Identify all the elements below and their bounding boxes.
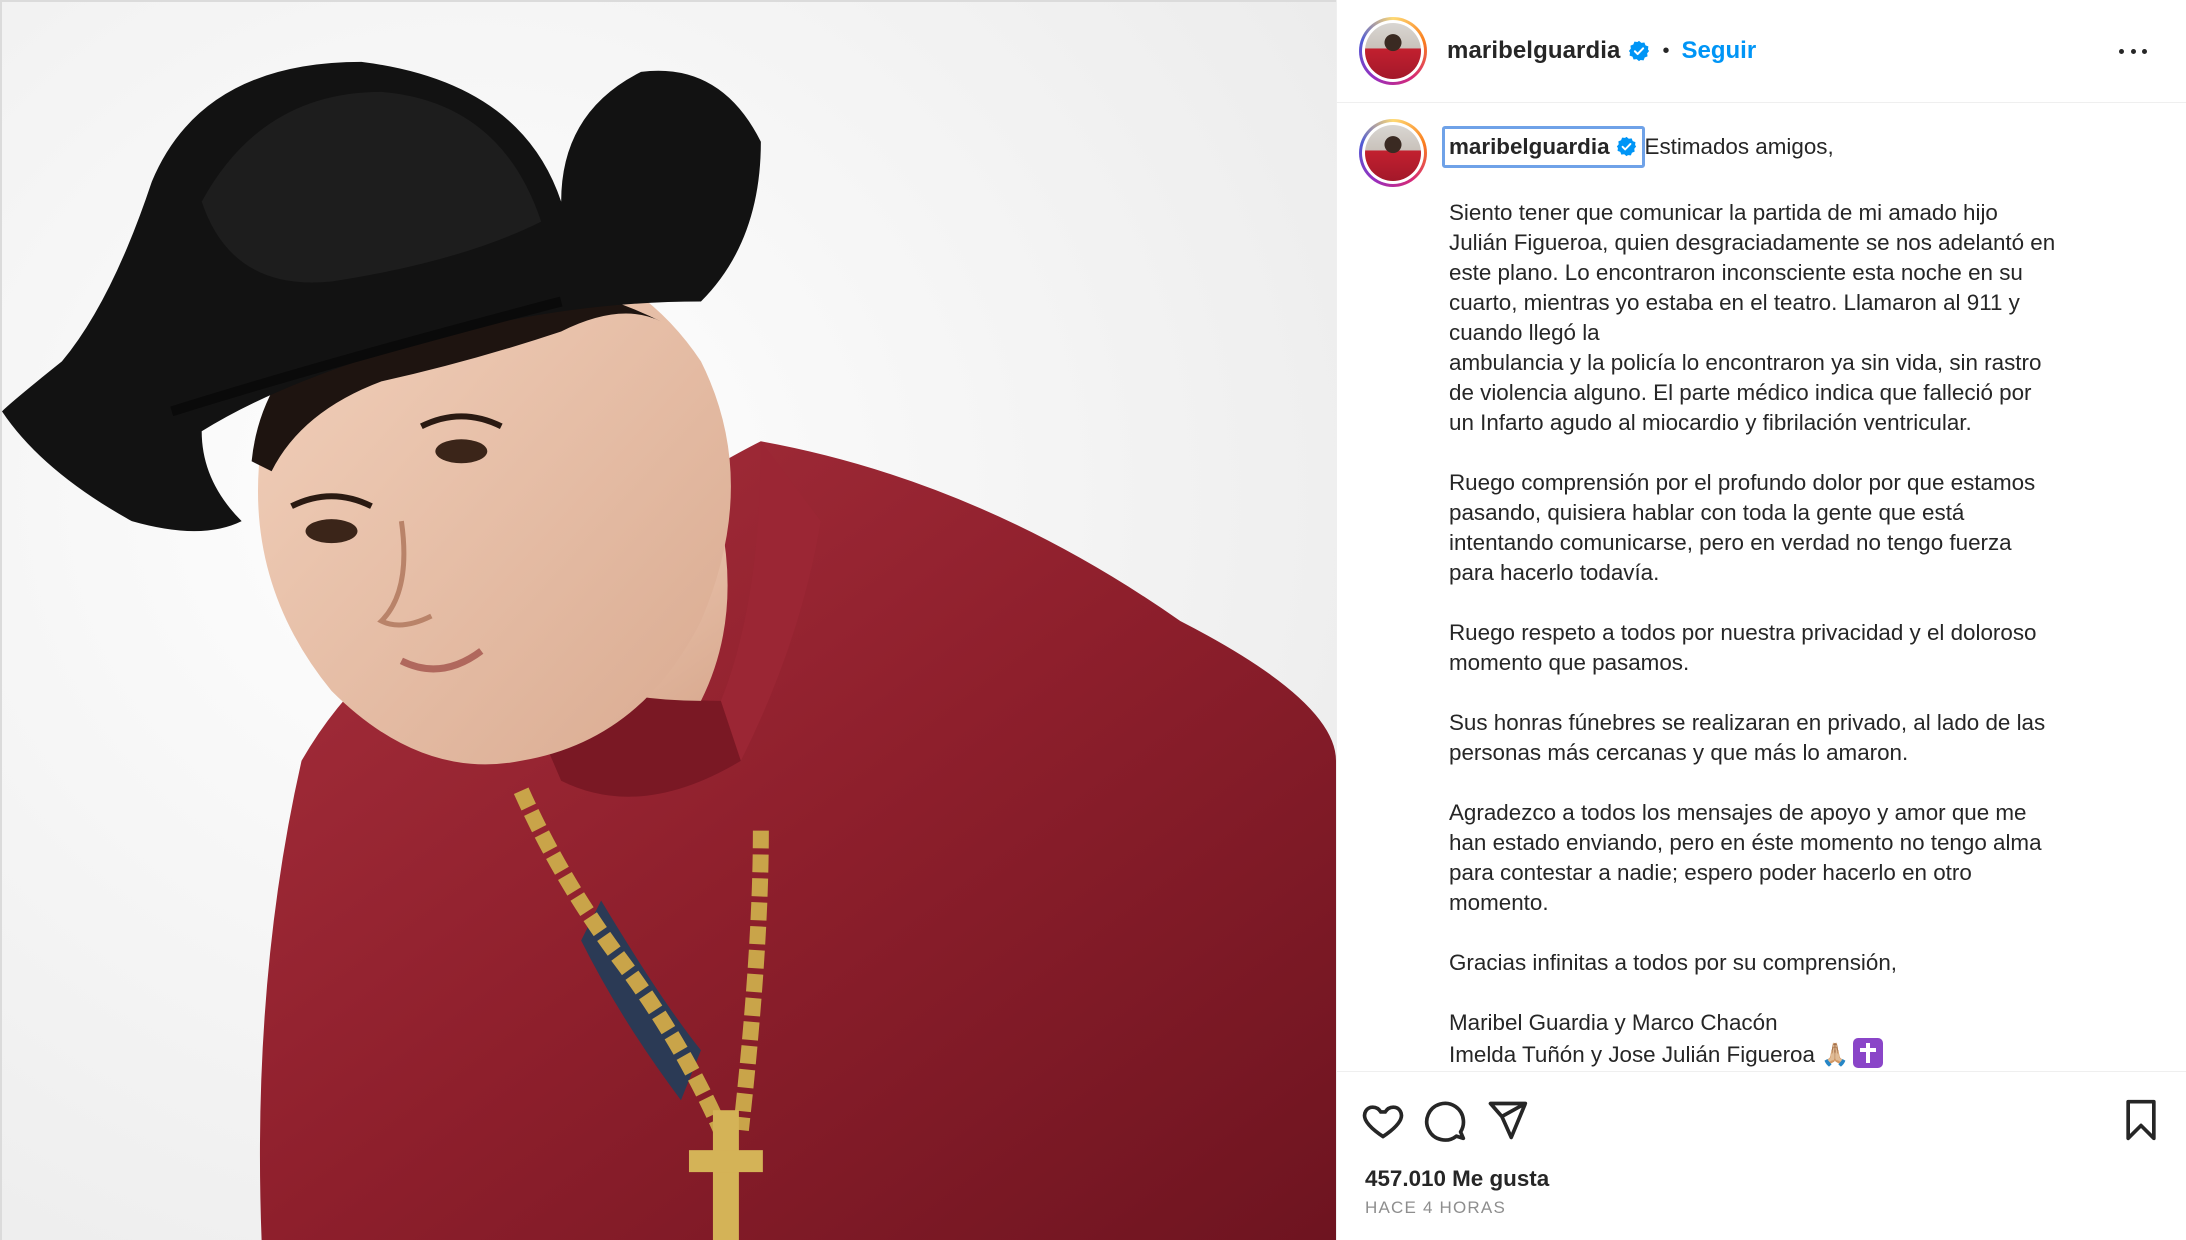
caption-line: Sus honras fúnebres se realizaran en pri… [1449, 710, 2046, 735]
caption-line: para contestar a nadie; espero poder hac… [1449, 860, 1972, 885]
follow-button[interactable]: Seguir [1681, 37, 1756, 65]
caption-line: intentando comunicarse, pero en verdad n… [1449, 530, 2012, 555]
caption-username[interactable]: maribelguardia [1442, 126, 1645, 168]
post-actions: 457.010 Me gusta HACE 4 HORAS [1337, 1071, 2186, 1240]
verified-badge-icon [1629, 40, 1650, 62]
caption-lines: Siento tener que comunicar la partida de… [1449, 168, 2149, 1038]
pray-emoji-icon: 🙏🏼 [1821, 1042, 1850, 1068]
post-timestamp[interactable]: HACE 4 HORAS [1365, 1198, 1506, 1218]
author-username[interactable]: maribelguardia [1447, 37, 1620, 65]
caption-line: momento. [1449, 890, 1549, 915]
caption-first-line: Estimados amigos, [1644, 134, 1834, 159]
bookmark-icon[interactable] [2119, 1098, 2163, 1142]
caption-line: personas más cercanas y que más lo amaro… [1449, 740, 1909, 765]
avatar-photo [1365, 125, 1421, 181]
caption-line: cuando llegó la [1449, 320, 1600, 345]
caption-line: Ruego comprensión por el profundo dolor … [1449, 470, 2036, 495]
likes-count[interactable]: 457.010 Me gusta [1365, 1166, 1549, 1192]
caption-line: un Infarto agudo al miocardio y fibrilac… [1449, 410, 1972, 435]
more-options-icon[interactable] [2113, 36, 2153, 66]
caption-line: Julián Figueroa, quien desgraciadamente … [1449, 230, 2056, 255]
post-panel: maribelguardia • Seguir maribelguardia E… [1336, 0, 2186, 1240]
caption-last-line: Imelda Tuñón y Jose Julián Figueroa 🙏🏼 [1449, 1038, 2149, 1070]
caption-username-text: maribelguardia [1449, 134, 1610, 159]
header-separator: • [1662, 39, 1670, 62]
latin-cross-emoji-icon [1853, 1038, 1884, 1068]
caption-line: Gracias infinitas a todos por su compren… [1449, 950, 1898, 975]
caption-line: para hacerlo todavía. [1449, 560, 1660, 585]
caption-line: este plano. Lo encontraron inconsciente … [1449, 260, 2023, 285]
caption-line: ambulancia y la policía lo encontraron y… [1449, 350, 2042, 375]
caption-line: Maribel Guardia y Marco Chacón [1449, 1010, 1778, 1035]
heart-icon[interactable] [1361, 1098, 1405, 1142]
post-photo[interactable] [0, 0, 1336, 1240]
caption-line: de violencia alguno. El parte médico ind… [1449, 380, 2032, 405]
comment-icon[interactable] [1423, 1098, 1467, 1142]
caption-line: pasando, quisiera hablar con toda la gen… [1449, 500, 1965, 525]
caption-section: maribelguardia Estimados amigos, Siento … [1337, 103, 2186, 1071]
caption-author-avatar[interactable] [1359, 119, 1427, 187]
verified-badge-icon [1616, 136, 1636, 157]
author-avatar[interactable] [1359, 17, 1427, 85]
caption-line: cuarto, mientras yo estaba en el teatro.… [1449, 290, 2020, 315]
caption-line: momento que pasamos. [1449, 650, 1690, 675]
caption-line: han estado enviando, pero en éste moment… [1449, 830, 2042, 855]
caption-last-line-text: Imelda Tuñón y Jose Julián Figueroa [1449, 1042, 1815, 1067]
caption-line: Agradezco a todos los mensajes de apoyo … [1449, 800, 2027, 825]
caption-line: Siento tener que comunicar la partida de… [1449, 200, 1998, 225]
caption-text: maribelguardia Estimados amigos, Siento … [1442, 126, 2149, 1070]
post-photo-illustration [2, 2, 1336, 1240]
share-icon[interactable] [1485, 1098, 1529, 1142]
caption-line: Ruego respeto a todos por nuestra privac… [1449, 620, 2037, 645]
avatar-photo [1365, 23, 1421, 79]
post-header: maribelguardia • Seguir [1337, 0, 2186, 103]
